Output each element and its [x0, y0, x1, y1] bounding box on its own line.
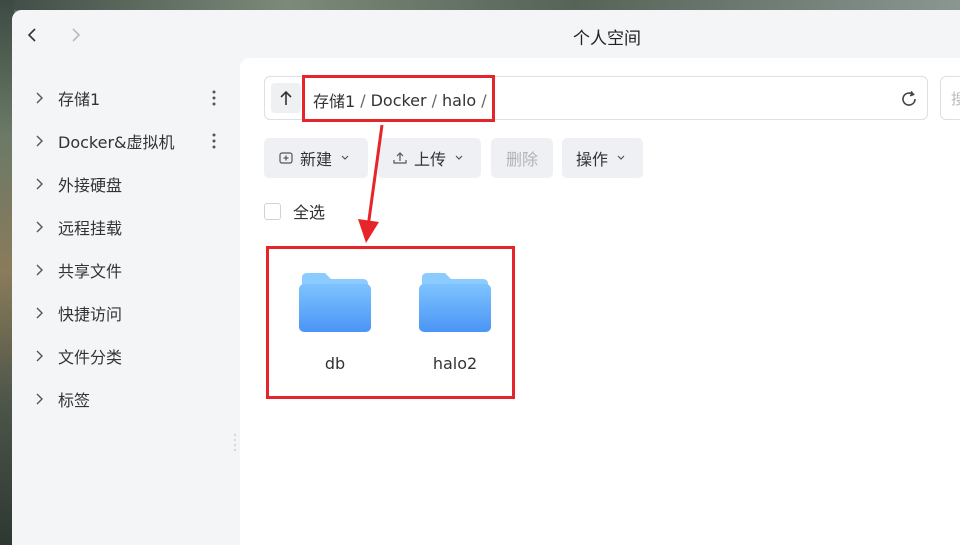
annotation-arrow-icon — [358, 124, 384, 243]
more-vertical-icon[interactable] — [210, 88, 218, 108]
sidebar-item-label: 共享文件 — [58, 262, 123, 281]
chevron-right-icon — [36, 221, 43, 233]
sidebar-item-tags[interactable]: 标签 — [12, 379, 240, 419]
select-all-label: 全选 — [293, 203, 326, 222]
new-button-label: 新建 — [300, 150, 333, 169]
chevron-down-icon — [455, 155, 463, 160]
arrow-up-icon — [280, 90, 292, 105]
refresh-icon[interactable] — [899, 89, 919, 109]
sidebar-item-label: 文件分类 — [58, 348, 123, 367]
desktop-wallpaper-top — [0, 0, 960, 10]
upload-button[interactable]: 上传 — [378, 138, 481, 178]
upload-button-label: 上传 — [414, 150, 447, 169]
sidebar-item-external-disk[interactable]: 外接硬盘 — [12, 164, 240, 204]
annotation-path-highlight — [302, 75, 495, 122]
sidebar-item-label: 快捷访问 — [58, 305, 123, 324]
parent-folder-button[interactable] — [271, 83, 301, 113]
chevron-right-icon — [36, 135, 43, 147]
sidebar-resize-handle[interactable] — [233, 432, 237, 454]
sidebar-item-label: 标签 — [58, 391, 91, 410]
sidebar-item-storage1[interactable]: 存储1 — [12, 78, 240, 118]
sidebar-item-quick-access[interactable]: 快捷访问 — [12, 293, 240, 333]
more-vertical-icon[interactable] — [210, 131, 218, 151]
actions-button[interactable]: 操作 — [562, 138, 643, 178]
annotation-folder-highlight — [266, 246, 515, 399]
select-all-checkbox[interactable] — [264, 202, 281, 220]
new-file-icon — [279, 152, 293, 164]
sidebar-item-label: 远程挂载 — [58, 219, 123, 238]
chevron-right-icon — [36, 178, 43, 190]
sidebar: 存储1 Docker&虚拟机 外接硬盘 远程挂载 共享文件 快捷访问 文件分类 — [12, 60, 240, 545]
chevron-right-icon — [36, 264, 43, 276]
chevron-right-icon — [36, 307, 43, 319]
sidebar-item-label: 存储1 — [58, 90, 101, 109]
sidebar-item-docker-vm[interactable]: Docker&虚拟机 — [12, 121, 240, 161]
chevron-down-icon — [617, 155, 625, 160]
sidebar-item-shared-files[interactable]: 共享文件 — [12, 250, 240, 290]
chevron-right-icon — [36, 350, 43, 362]
chevron-right-icon — [36, 92, 43, 104]
actions-button-label: 操作 — [576, 150, 609, 169]
sidebar-item-label: 外接硬盘 — [58, 176, 123, 195]
window-title: 个人空间 — [573, 29, 641, 49]
delete-button-label: 删除 — [505, 150, 538, 169]
select-all[interactable]: 全选 — [264, 200, 325, 222]
sidebar-item-remote-mount[interactable]: 远程挂载 — [12, 207, 240, 247]
title-bar: 个人空间 — [12, 10, 960, 60]
sidebar-item-label: Docker&虚拟机 — [58, 133, 175, 152]
sidebar-item-file-categories[interactable]: 文件分类 — [12, 336, 240, 376]
delete-button[interactable]: 删除 — [491, 138, 553, 178]
search-input[interactable]: 搜索 — [940, 76, 960, 120]
chevron-down-icon — [341, 155, 349, 160]
chevron-right-icon — [36, 393, 43, 405]
upload-icon — [393, 152, 407, 164]
